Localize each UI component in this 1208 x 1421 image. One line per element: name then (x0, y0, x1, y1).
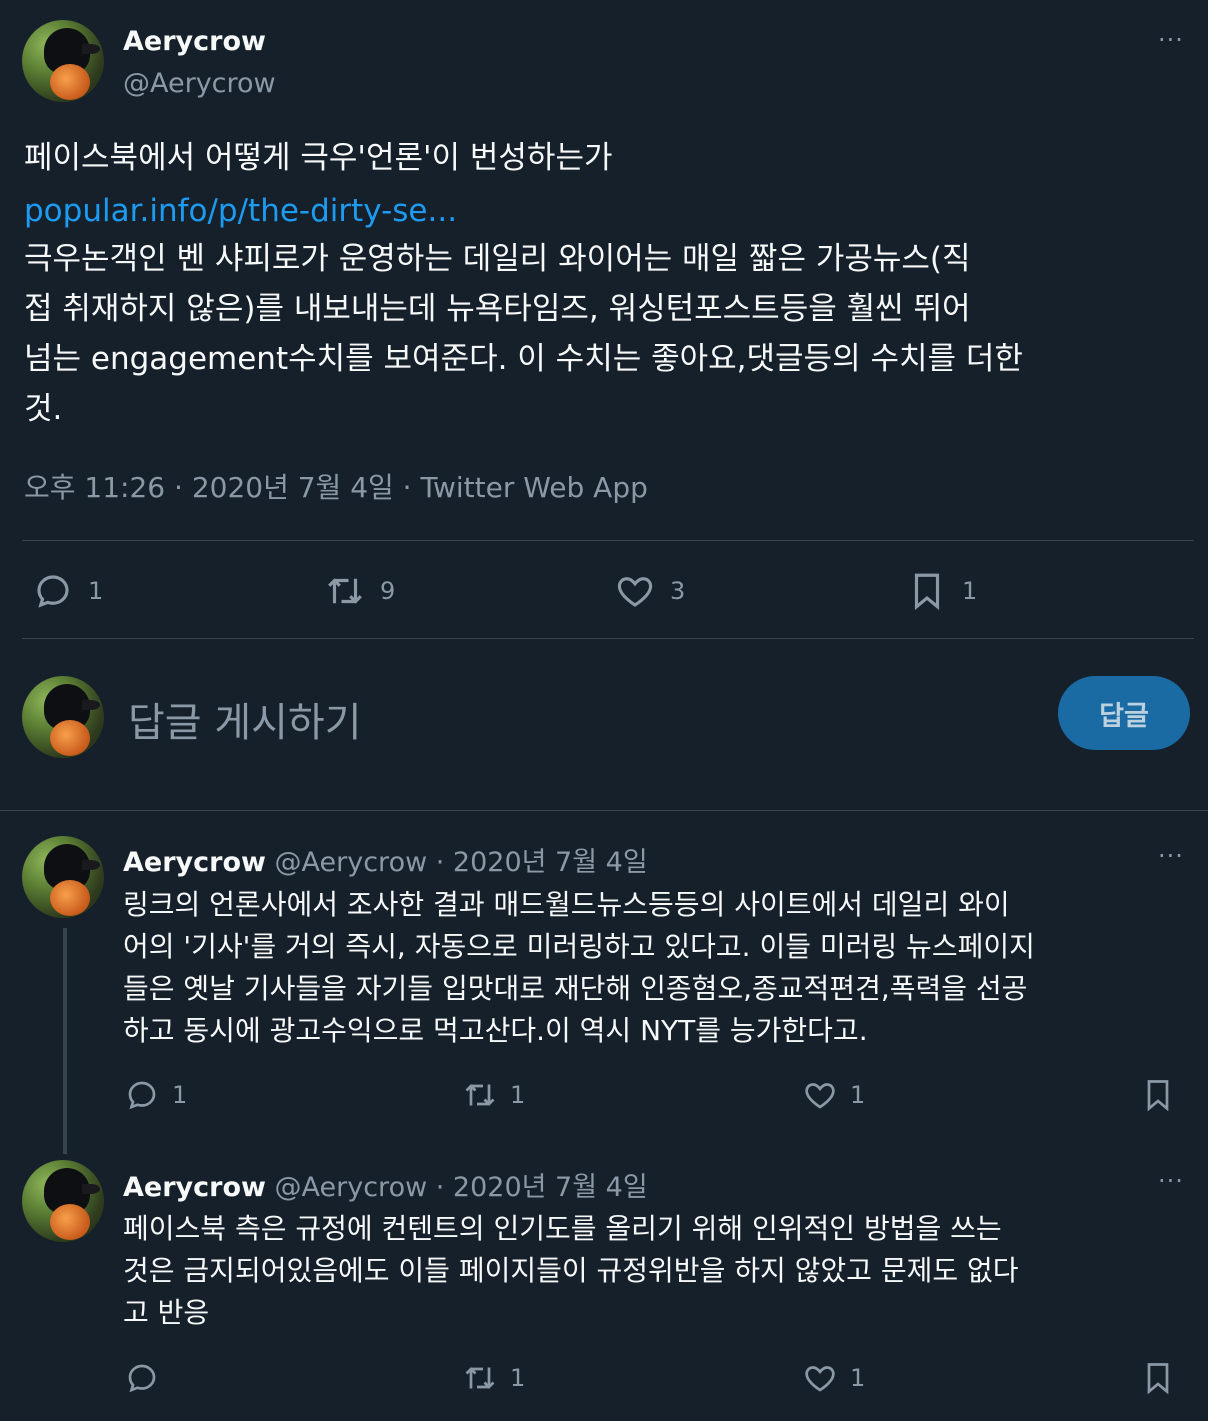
retweet-icon (465, 1367, 495, 1389)
heart-icon (805, 1083, 835, 1109)
like-count: 3 (670, 577, 686, 605)
author-handle-date[interactable]: @Aerycrow · 2020년 7월 4일 (275, 1172, 648, 1203)
reply-text-line: 고 반응 (123, 1296, 210, 1329)
divider (0, 810, 1208, 811)
tweet-meta[interactable]: 오후 11:26 · 2020년 7월 4일 · Twitter Web App (24, 466, 648, 506)
heart-icon (805, 1366, 835, 1392)
reply-text-line: 것은 금지되어있음에도 이들 페이지들이 규정위반을 하지 않았고 문제도 없다 (123, 1254, 1019, 1287)
reply-button[interactable]: 1 (124, 1077, 187, 1113)
reply-button[interactable]: 1 (32, 570, 103, 612)
more-options-icon[interactable]: ··· (1158, 842, 1184, 870)
more-options-icon[interactable]: ··· (1158, 1167, 1184, 1195)
reply-input[interactable]: 답글 게시하기 (128, 690, 362, 748)
author-handle-date[interactable]: @Aerycrow · 2020년 7월 4일 (275, 847, 648, 878)
author-name[interactable]: Aerycrow (123, 1172, 266, 1203)
tweet-body-line: 넘는 engagement수치를 보여준다. 이 수치는 좋아요,댓글등의 수치… (24, 341, 1023, 377)
like-count: 1 (850, 1081, 866, 1109)
reply-count: 1 (172, 1081, 188, 1109)
avatar[interactable] (22, 676, 104, 758)
like-button[interactable]: 1 (802, 1077, 865, 1113)
bookmark-button[interactable] (1140, 1360, 1188, 1396)
divider (22, 540, 1194, 541)
like-button[interactable]: 1 (802, 1360, 865, 1396)
reply-button[interactable] (124, 1360, 172, 1396)
bookmark-button[interactable]: 1 (906, 570, 977, 612)
author-name[interactable]: Aerycrow (123, 26, 266, 57)
more-options-icon[interactable]: ··· (1158, 26, 1184, 54)
author-handle[interactable]: @Aerycrow (123, 68, 276, 99)
reply-submit-button[interactable]: 답글 (1058, 676, 1190, 750)
like-button[interactable]: 3 (614, 570, 685, 612)
reply-text-line: 링크의 언론사에서 조사한 결과 매드월드뉴스등등의 사이트에서 데일리 와이 (123, 888, 1010, 921)
avatar[interactable] (22, 1160, 104, 1242)
avatar[interactable] (22, 20, 104, 102)
like-count: 1 (850, 1364, 866, 1392)
tweet-body-line: 접 취재하지 않은)를 내보내는데 뉴욕타임즈, 워싱턴포스트등을 훨씬 뛰어 (24, 291, 971, 327)
heart-icon (617, 577, 653, 607)
reply-header[interactable]: Aerycrow @Aerycrow · 2020년 7월 4일 (123, 840, 648, 879)
retweet-button[interactable]: 1 (462, 1360, 525, 1396)
reply-text-line: 하고 동시에 광고수익으로 먹고산다.이 역시 NYT를 능가한다고. (123, 1014, 868, 1047)
reply-header[interactable]: Aerycrow @Aerycrow · 2020년 7월 4일 (123, 1165, 648, 1204)
reply-text-line: 페이스북 측은 규정에 컨텐트의 인기도를 올리기 위해 인위적인 방법을 쓰는 (123, 1212, 1002, 1245)
retweet-count: 1 (510, 1081, 526, 1109)
avatar[interactable] (22, 836, 104, 918)
retweet-button[interactable]: 1 (462, 1077, 525, 1113)
reply-icon (128, 1364, 156, 1393)
bookmark-icon (1147, 1363, 1169, 1395)
retweet-icon (328, 578, 362, 604)
bookmark-count: 1 (962, 577, 978, 605)
reply-text-line: 들은 옛날 기사들을 자기들 입맛대로 재단해 인종혐오,종교적편견,폭력을 선… (123, 972, 1028, 1005)
reply-icon (37, 575, 69, 608)
reply-count: 1 (88, 577, 104, 605)
tweet-body-line: 것. (24, 391, 63, 427)
bookmark-icon (1147, 1080, 1169, 1112)
thread-connector (63, 928, 67, 1154)
retweet-count: 9 (380, 577, 396, 605)
retweet-button[interactable]: 9 (324, 570, 395, 612)
reply-text-line: 어의 '기사'를 거의 즉시, 자동으로 미러링하고 있다고. 이들 미러링 뉴… (123, 930, 1035, 963)
bookmark-button[interactable] (1140, 1077, 1188, 1113)
tweet-link[interactable]: popular.info/p/the-dirty-se... (24, 186, 457, 236)
tweet-title: 페이스북에서 어떻게 극우'언론'이 번성하는가 (24, 140, 613, 176)
bookmark-icon (914, 573, 940, 611)
author-name[interactable]: Aerycrow (123, 847, 266, 878)
retweet-count: 1 (510, 1364, 526, 1392)
divider (22, 638, 1194, 639)
retweet-icon (465, 1084, 495, 1106)
tweet-body-line: 극우논객인 벤 샤피로가 운영하는 데일리 와이어는 매일 짧은 가공뉴스(직 (24, 241, 971, 277)
reply-icon (128, 1081, 156, 1110)
